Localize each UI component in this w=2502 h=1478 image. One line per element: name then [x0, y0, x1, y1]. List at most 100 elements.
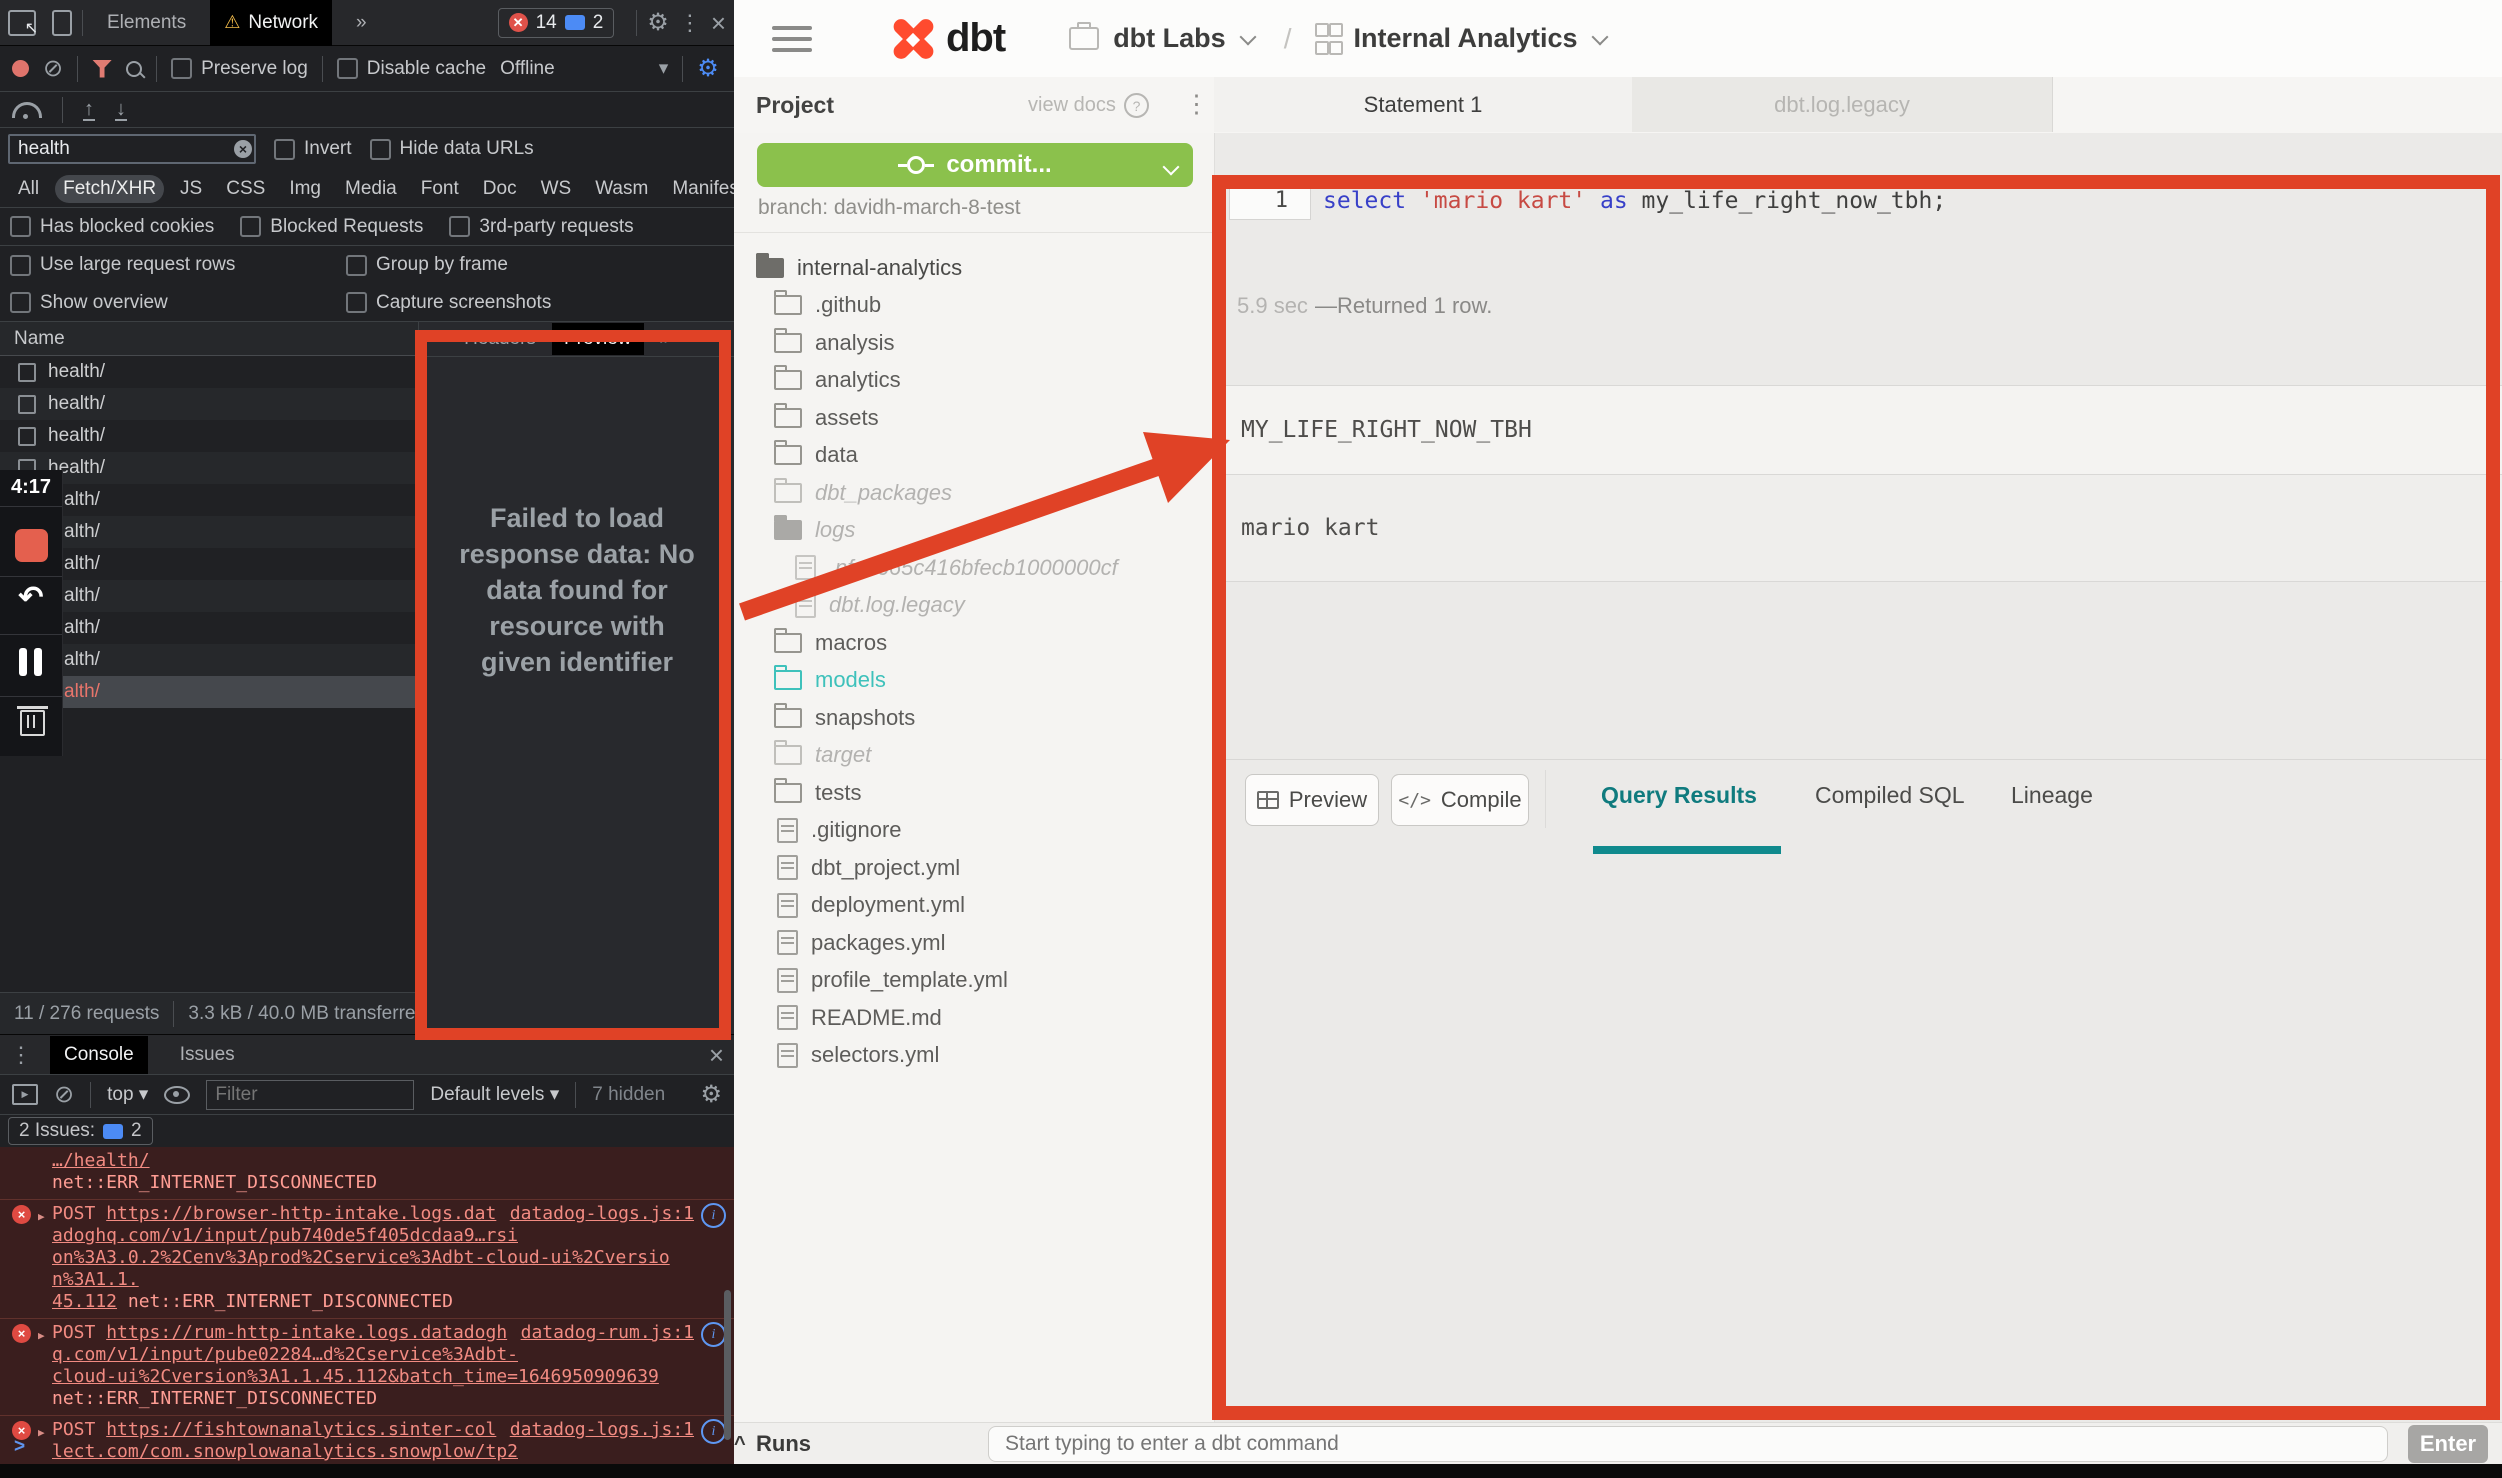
filter-chip-ws[interactable]: WS	[533, 175, 580, 203]
preserve-log-checkbox[interactable]: Preserve log	[171, 58, 308, 80]
network-conditions-icon[interactable]	[12, 102, 42, 118]
tab-dbt-log-legacy[interactable]: dbt.log.legacy	[1632, 77, 2053, 132]
throttling-dropdown-arrow[interactable]: ▾	[659, 57, 669, 80]
tab-preview[interactable]: Preview	[552, 323, 644, 355]
error-url-link[interactable]: lect.com/com.snowplowanalytics.snowplow/…	[52, 1441, 518, 1462]
runs-toggle[interactable]: ^Runs	[756, 1431, 811, 1457]
console-error-entry[interactable]: …/health/net::ERR_INTERNET_DISCONNECTED	[0, 1147, 734, 1200]
tab-elements[interactable]: Elements	[93, 2, 200, 44]
close-devtools-icon[interactable]: ×	[711, 10, 726, 36]
commit-dropdown-chevron[interactable]	[1163, 159, 1180, 176]
pause-recording-button[interactable]	[19, 648, 42, 676]
console-scrollbar[interactable]	[724, 1290, 731, 1440]
error-source-link[interactable]: datadog-rum.js:1	[521, 1322, 694, 1344]
clear-icon[interactable]: ⊘	[43, 57, 63, 81]
close-detail-icon[interactable]: ×	[419, 328, 448, 350]
filter-chip-fetch-xhr[interactable]: Fetch/XHR	[55, 175, 164, 203]
undo-icon[interactable]: ↶	[0, 583, 62, 613]
drawer-kebab-icon[interactable]: ⋮	[10, 1044, 32, 1066]
export-har-icon[interactable]: ↓	[115, 99, 127, 121]
filter-chip-js[interactable]: JS	[172, 175, 210, 203]
device-toolbar-icon[interactable]	[52, 10, 72, 36]
tree-item-internal-analytics[interactable]: internal-analytics	[734, 249, 1214, 287]
tab-issues[interactable]: Issues	[166, 1036, 249, 1074]
close-drawer-icon[interactable]: ×	[709, 1042, 724, 1068]
group-by-frame-checkbox[interactable]: Group by frame	[346, 254, 682, 276]
console-filter-input[interactable]	[206, 1080, 414, 1110]
disclosure-triangle-icon[interactable]: ▶	[38, 1206, 45, 1228]
project-chevron-icon[interactable]	[1591, 28, 1608, 45]
commit-button[interactable]: commit...	[757, 143, 1193, 187]
request-row[interactable]: health/	[0, 388, 418, 420]
tree-item-dbt-packages[interactable]: dbt_packages	[734, 474, 1214, 512]
filter-chip-media[interactable]: Media	[337, 175, 405, 203]
error-url-link[interactable]: adoghq.com/v1/input/pub740de5f405dcdaa9……	[52, 1225, 518, 1246]
import-har-icon[interactable]: ↑	[83, 99, 95, 121]
view-docs-link[interactable]: view docs	[1028, 94, 1116, 117]
request-row[interactable]: health/	[0, 356, 418, 388]
tree-item-readme-md[interactable]: README.md	[734, 999, 1214, 1037]
search-icon[interactable]	[126, 61, 142, 77]
disable-cache-checkbox[interactable]: Disable cache	[337, 58, 486, 80]
tree-item-packages-yml[interactable]: packages.yml	[734, 924, 1214, 962]
filter-chip-css[interactable]: CSS	[218, 175, 273, 203]
more-tabs-chevron[interactable]: »	[342, 2, 381, 44]
hide-data-urls-checkbox[interactable]: Hide data URLs	[370, 138, 534, 160]
filter-chip-font[interactable]: Font	[413, 175, 467, 203]
error-url-link[interactable]: q.com/v1/input/pube02284…d%2Cservice%3Ad…	[52, 1344, 518, 1365]
info-icon[interactable]: i	[701, 1203, 726, 1228]
filter-chip-wasm[interactable]: Wasm	[587, 175, 656, 203]
preview-button[interactable]: Preview	[1245, 774, 1379, 826]
detail-more-chevron[interactable]: »	[648, 323, 683, 355]
tree-item-profile-template-yml[interactable]: profile_template.yml	[734, 962, 1214, 1000]
tree-item--gitignore[interactable]: .gitignore	[734, 812, 1214, 850]
tree-item-logs[interactable]: logs	[734, 512, 1214, 550]
project-kebab-icon[interactable]: ⋮	[1184, 89, 1209, 119]
record-icon[interactable]	[12, 60, 29, 77]
tab-headers[interactable]: Headers	[452, 323, 548, 355]
clear-filter-icon[interactable]: ×	[234, 140, 252, 158]
throttling-select[interactable]: Offline	[500, 58, 555, 80]
error-url-link[interactable]: https://browser-http-intake.logs.dat	[106, 1203, 496, 1224]
tree-item--github[interactable]: .github	[734, 287, 1214, 325]
console-sidebar-icon[interactable]: ▶	[12, 1084, 38, 1105]
error-source-link[interactable]: datadog-logs.js:1	[510, 1203, 694, 1225]
results-data-row[interactable]: mario kart	[1215, 475, 2502, 582]
use-large-request-rows-checkbox[interactable]: Use large request rows	[10, 254, 346, 276]
filter-chip-doc[interactable]: Doc	[475, 175, 525, 203]
context-select[interactable]: top ▾	[107, 1083, 148, 1106]
show-overview-checkbox[interactable]: Show overview	[10, 292, 346, 314]
tree-item-deployment-yml[interactable]: deployment.yml	[734, 887, 1214, 925]
request-row[interactable]: health/	[0, 420, 418, 452]
error-url-link[interactable]: https://rum-http-intake.logs.datadogh	[106, 1322, 507, 1343]
account-name[interactable]: dbt Labs	[1113, 23, 1226, 54]
inspect-element-icon[interactable]: ↖	[8, 10, 36, 36]
info-icon[interactable]: i	[701, 1322, 726, 1347]
filter-chip-img[interactable]: Img	[281, 175, 329, 203]
status-badges[interactable]: ✕ 14 2	[498, 8, 615, 38]
network-settings-gear-icon[interactable]: ⚙	[697, 57, 719, 81]
kebab-menu-icon[interactable]: ⋮	[679, 12, 701, 34]
disclosure-triangle-icon[interactable]: ▶	[38, 1325, 45, 1347]
invert-checkbox[interactable]: Invert	[274, 138, 352, 160]
console-prompt-chevron[interactable]: >	[14, 1436, 25, 1458]
sql-code-line[interactable]: select 'mario kart' as my_life_right_now…	[1323, 188, 1946, 214]
account-chevron-icon[interactable]	[1239, 28, 1256, 45]
tree-item-dbt-log-legacy[interactable]: dbt.log.legacy	[734, 587, 1214, 625]
clear-console-icon[interactable]: ⊘	[54, 1083, 74, 1107]
enter-button[interactable]: Enter	[2408, 1425, 2488, 1463]
error-url-link[interactable]: cloud-ui%2Cversion%3A1.1.45.112&batch_ti…	[52, 1366, 659, 1387]
log-levels-select[interactable]: Default levels ▾	[430, 1083, 559, 1106]
tree-item-assets[interactable]: assets	[734, 399, 1214, 437]
tree-item-macros[interactable]: macros	[734, 624, 1214, 662]
tab-network[interactable]: ⚠Network	[210, 0, 332, 46]
disclosure-triangle-icon[interactable]: ▶	[38, 1422, 45, 1444]
filter-funnel-icon[interactable]	[92, 60, 112, 78]
tree-item-snapshots[interactable]: snapshots	[734, 699, 1214, 737]
compile-button[interactable]: </>Compile	[1391, 774, 1529, 826]
tab-compiled-sql[interactable]: Compiled SQL	[1815, 782, 1965, 809]
error-url-link[interactable]: https://fishtownanalytics.sinter-col	[106, 1419, 496, 1440]
tree-item-selectors-yml[interactable]: selectors.yml	[734, 1037, 1214, 1075]
filter-chip-all[interactable]: All	[10, 175, 47, 203]
name-column-header[interactable]: Name	[0, 322, 418, 356]
